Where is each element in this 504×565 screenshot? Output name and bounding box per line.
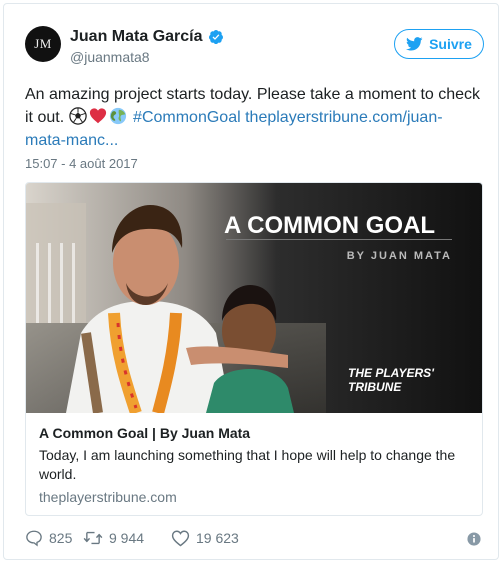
card-title: A Common Goal | By Juan Mata bbox=[39, 425, 251, 441]
author-display-name[interactable]: Juan Mata García bbox=[70, 28, 203, 46]
like-button[interactable]: 19 623 bbox=[171, 529, 239, 547]
globe-icon bbox=[109, 107, 126, 125]
avatar-initials: JM bbox=[34, 36, 52, 51]
tweet-url-link-part2[interactable]: mata-manc... bbox=[25, 132, 118, 149]
reply-count: 825 bbox=[49, 530, 73, 546]
soccer-ball-icon bbox=[68, 107, 87, 125]
card-image-headline: A COMMON GOAL bbox=[224, 212, 435, 239]
author-handle[interactable]: @juanmata8 bbox=[70, 49, 150, 65]
card-image-brand-line2: TRIBUNE bbox=[348, 380, 402, 394]
tweet-timestamp[interactable]: 15:07 - 4 août 2017 bbox=[25, 156, 138, 171]
follow-button-label: Suivre bbox=[429, 36, 472, 52]
tweet-text-prefix: it out. bbox=[25, 109, 65, 126]
red-heart-icon bbox=[89, 108, 106, 124]
tweet-text: An amazing project starts today. Please … bbox=[25, 83, 481, 152]
tweet-text-line-3: mata-manc... bbox=[25, 129, 475, 152]
card-domain: theplayerstribune.com bbox=[39, 489, 177, 505]
link-preview-card[interactable]: A COMMON GOAL BY JUAN MATA THE PLAYERS' … bbox=[25, 182, 483, 516]
card-image: A COMMON GOAL BY JUAN MATA THE PLAYERS' … bbox=[26, 183, 482, 413]
hashtag-link[interactable]: #CommonGoal bbox=[133, 109, 241, 126]
avatar[interactable]: JM bbox=[25, 26, 61, 62]
tweet-url-link-part1[interactable]: theplayerstribune.com/juan- bbox=[245, 109, 442, 126]
retweet-icon bbox=[83, 531, 103, 545]
heart-icon bbox=[171, 530, 190, 547]
like-count: 19 623 bbox=[196, 530, 239, 546]
card-image-brand-line1: THE PLAYERS' bbox=[348, 366, 435, 380]
info-icon[interactable] bbox=[467, 532, 481, 546]
tweet-actions: 825 9 944 19 623 bbox=[25, 529, 485, 551]
card-image-byline: BY JUAN MATA bbox=[347, 250, 452, 262]
reply-button[interactable]: 825 bbox=[25, 529, 72, 547]
tweet-text-line-2: it out. #CommonGoal theplayerstribune.co… bbox=[25, 106, 475, 129]
verified-badge-icon bbox=[208, 29, 224, 45]
reply-icon bbox=[26, 530, 42, 547]
tweet-text-line-1: An amazing project starts today. Please … bbox=[25, 86, 481, 103]
retweet-count: 9 944 bbox=[109, 530, 145, 546]
tweet-card: JM Juan Mata García @juanmata8 Suivre An… bbox=[3, 3, 499, 560]
twitter-bird-icon bbox=[406, 37, 423, 51]
retweet-button[interactable]: 9 944 bbox=[83, 529, 144, 547]
author-name-row[interactable]: Juan Mata García bbox=[70, 28, 224, 46]
card-description: Today, I am launching something that I h… bbox=[39, 447, 456, 482]
follow-button[interactable]: Suivre bbox=[394, 29, 484, 59]
